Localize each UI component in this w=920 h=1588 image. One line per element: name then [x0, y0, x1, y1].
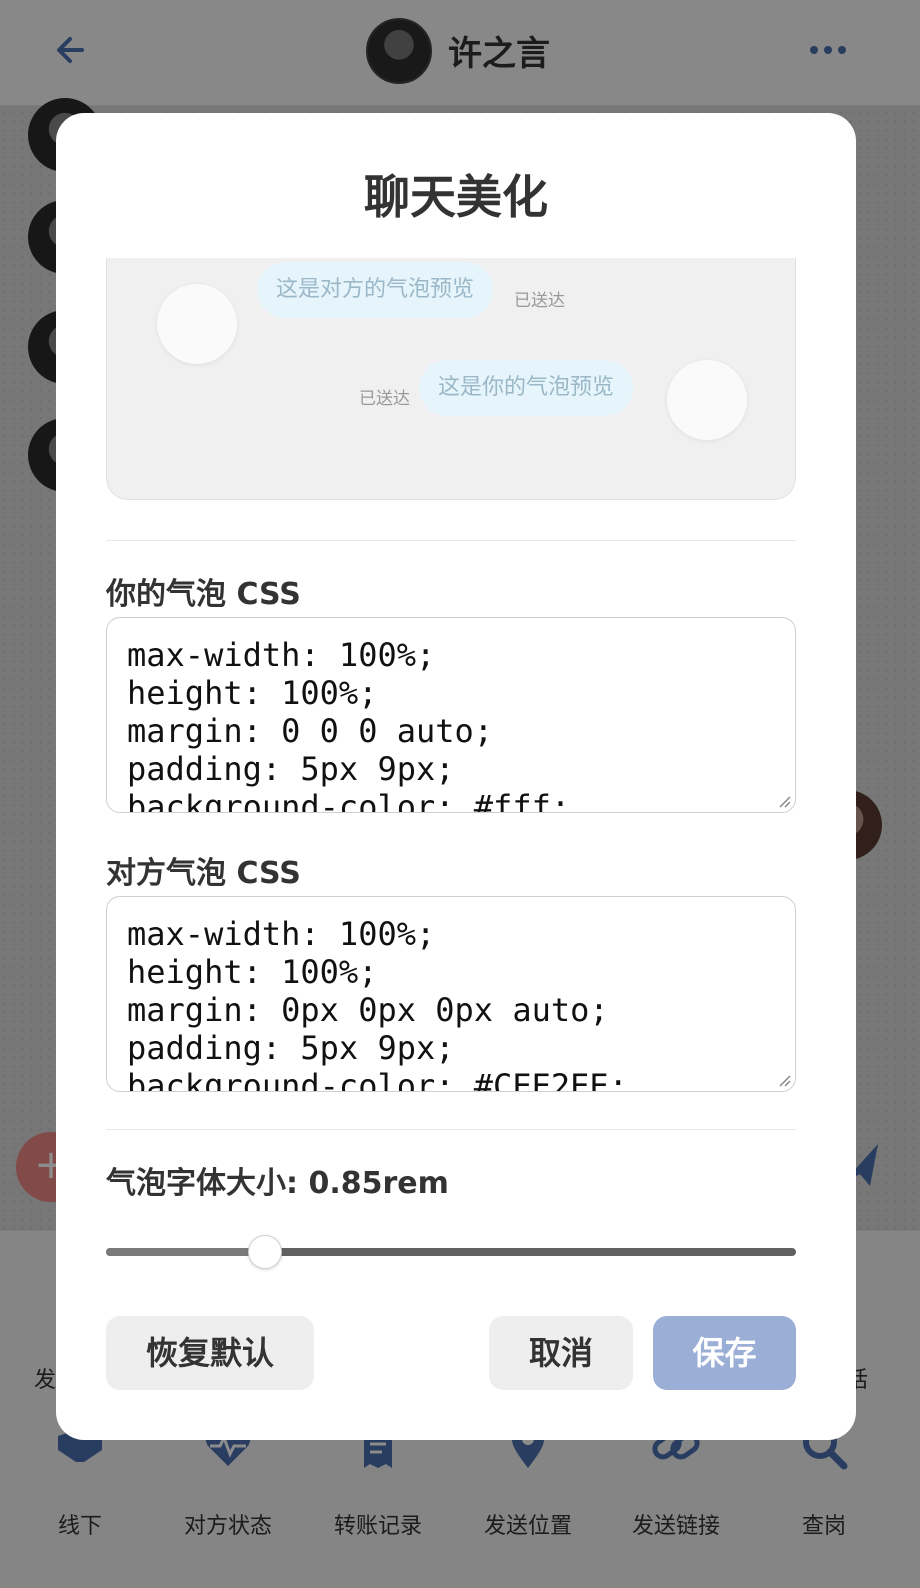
their-bubble-css-textarea[interactable]: max-width: 100%; height: 100%; margin: 0…: [106, 896, 796, 1092]
preview-my-bubble: 这是你的气泡预览: [419, 360, 634, 416]
bubble-preview: 这是对方的气泡预览 已送达 已送达 这是你的气泡预览: [106, 258, 796, 500]
preview-their-status: 已送达: [514, 291, 565, 311]
reset-default-button[interactable]: 恢复默认: [106, 1316, 314, 1390]
my-bubble-css-textarea[interactable]: max-width: 100%; height: 100%; margin: 0…: [106, 617, 796, 813]
font-size-slider-thumb[interactable]: [247, 1235, 282, 1269]
save-button[interactable]: 保存: [653, 1316, 796, 1390]
their-bubble-css-label: 对方气泡 CSS: [106, 856, 301, 891]
my-bubble-css-text[interactable]: max-width: 100%; height: 100%; margin: 0…: [127, 636, 570, 812]
font-size-slider-track[interactable]: [106, 1248, 796, 1256]
dialog-title: 聊天美化: [364, 170, 548, 224]
preview-their-avatar: [157, 284, 237, 364]
divider: [106, 540, 796, 541]
resize-handle-icon[interactable]: [777, 794, 791, 808]
my-bubble-css-label: 你的气泡 CSS: [106, 577, 301, 612]
font-size-label: 气泡字体大小: 0.85rem: [106, 1166, 449, 1201]
divider: [106, 1129, 796, 1130]
preview-my-status: 已送达: [359, 389, 410, 409]
preview-my-avatar: [667, 360, 747, 440]
chat-beautify-dialog: 聊天美化 这是对方的气泡预览 已送达 已送达 这是你的气泡预览 你的气泡 CSS…: [56, 113, 856, 1440]
resize-handle-icon[interactable]: [777, 1073, 791, 1087]
cancel-button[interactable]: 取消: [489, 1316, 633, 1390]
their-bubble-css-text[interactable]: max-width: 100%; height: 100%; margin: 0…: [127, 915, 628, 1091]
font-size-slider-fill: [106, 1248, 265, 1256]
preview-their-bubble: 这是对方的气泡预览: [257, 262, 494, 318]
